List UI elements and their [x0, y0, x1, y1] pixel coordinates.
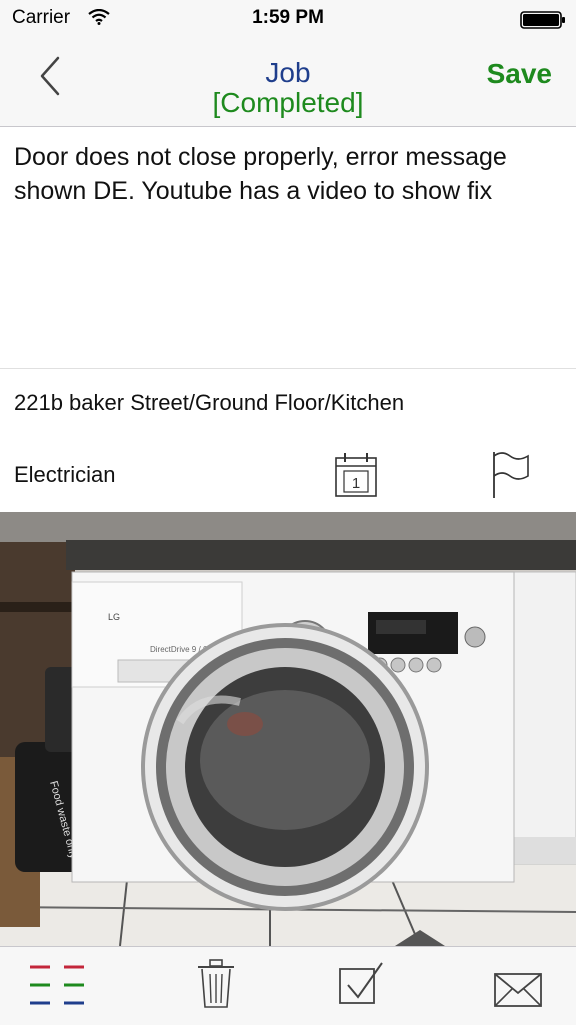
job-description[interactable]: Door does not close properly, error mess… — [14, 140, 562, 360]
battery-icon — [520, 10, 566, 36]
trash-icon — [198, 959, 234, 1008]
list-button[interactable] — [30, 963, 86, 1012]
status-bar: Carrier 1:59 PM — [0, 0, 576, 38]
job-location[interactable]: 221b baker Street/Ground Floor/Kitchen — [14, 390, 404, 416]
back-button[interactable] — [30, 54, 70, 98]
flag-icon[interactable] — [490, 450, 532, 505]
job-trade[interactable]: Electrician — [14, 462, 115, 488]
job-status: [Completed] — [212, 87, 364, 118]
mail-icon — [494, 973, 542, 1007]
save-button[interactable]: Save — [487, 58, 552, 90]
calendar-day: 1 — [352, 475, 360, 492]
email-button[interactable] — [494, 973, 542, 1012]
navigation-bar: Job [Completed] Save — [0, 38, 576, 127]
calendar-icon[interactable]: 1 — [334, 452, 378, 503]
divider — [0, 368, 576, 369]
bottom-toolbar — [0, 946, 576, 1025]
appliance-logo: LG — [108, 612, 120, 622]
complete-button[interactable] — [338, 961, 384, 1012]
nav-title: Job — [265, 57, 311, 88]
nav-title-block: Job [Completed] — [150, 58, 426, 118]
list-icon — [30, 965, 84, 1005]
delete-button[interactable] — [196, 959, 236, 1014]
chevron-left-icon — [40, 56, 60, 96]
checkbox-icon — [339, 962, 383, 1004]
clock: 1:59 PM — [252, 7, 324, 28]
job-photo[interactable]: Food waste only LG DirectDrive 9 / 6kg — [0, 512, 576, 946]
